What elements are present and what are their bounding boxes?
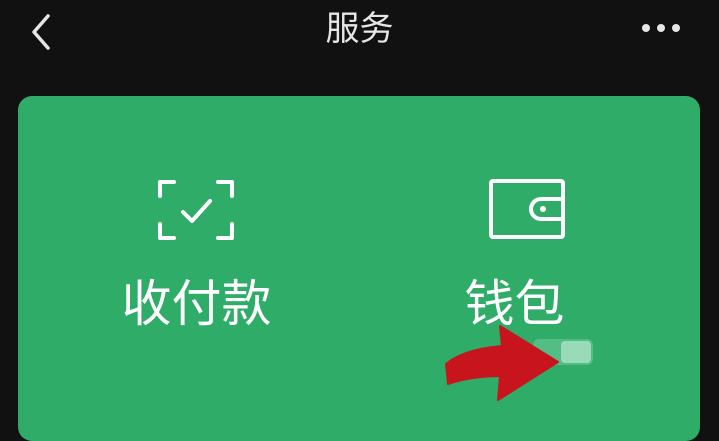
pay-receive-label: 收付款 <box>121 275 272 333</box>
pay-receive-tile[interactable]: 收付款 <box>18 96 359 441</box>
scan-check-icon <box>158 180 234 240</box>
top-bar: 服务 <box>0 0 719 70</box>
red-arrow-annotation <box>445 325 559 401</box>
more-horizontal-icon <box>642 24 680 32</box>
service-card: 收付款 钱包 <box>18 96 700 441</box>
wallet-icon <box>489 179 565 239</box>
more-button[interactable] <box>632 8 692 48</box>
page-title: 服务 <box>325 9 394 49</box>
